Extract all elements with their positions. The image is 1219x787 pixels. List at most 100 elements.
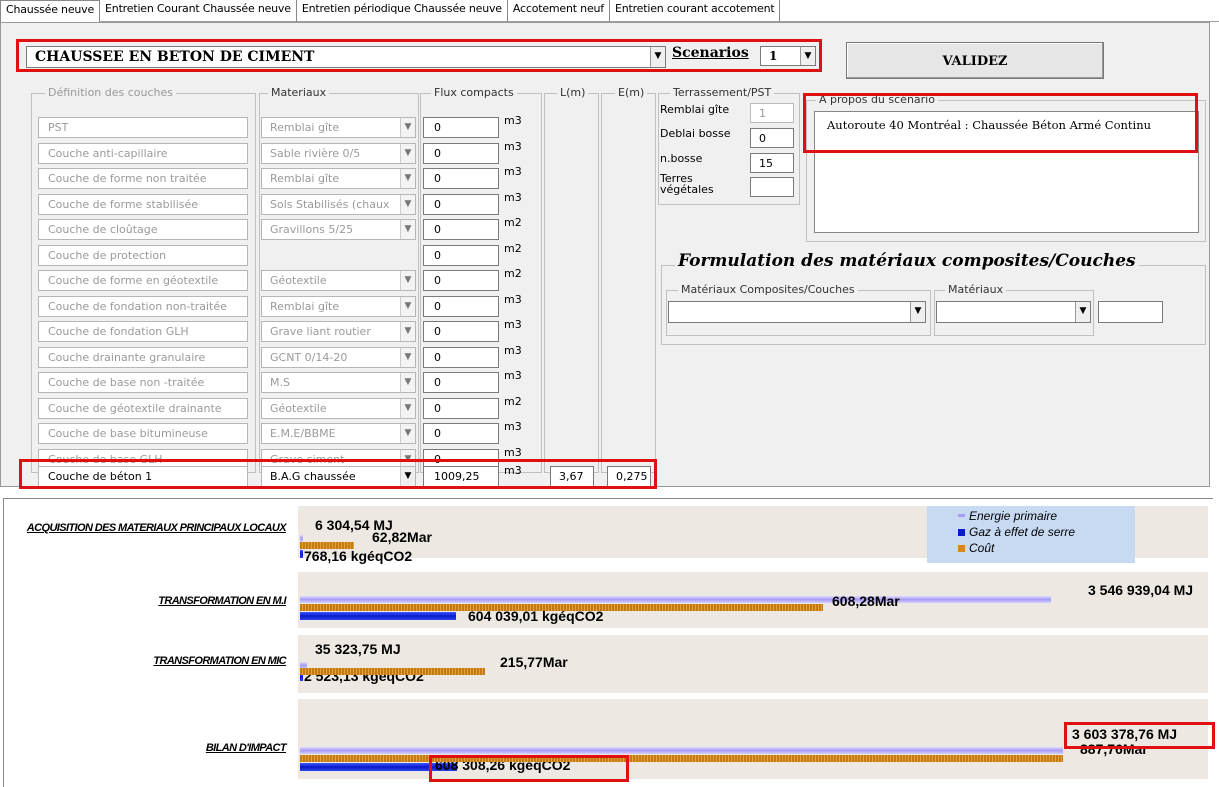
- legend-label-cout: Coût: [969, 541, 995, 555]
- layer-name-field[interactable]: Couche de base bitumineuse: [38, 423, 248, 444]
- scenario-select[interactable]: 1 ▼: [760, 46, 816, 66]
- chevron-down-icon[interactable]: ▼: [400, 220, 415, 239]
- materials-formulation-select[interactable]: ▼: [936, 301, 1091, 323]
- layer-material-select[interactable]: Sols Stabilisés (chaux ▼: [261, 194, 416, 215]
- chevron-down-icon[interactable]: ▼: [400, 297, 415, 316]
- chevron-down-icon[interactable]: ▼: [400, 373, 415, 392]
- chevron-down-icon[interactable]: ▼: [400, 348, 415, 367]
- layer-material-select[interactable]: Grave liant routier ▼: [261, 321, 416, 342]
- remblai-input[interactable]: 1: [750, 103, 794, 123]
- layer-flux-input[interactable]: 0: [423, 372, 499, 393]
- validate-button[interactable]: VALIDEZ: [846, 42, 1104, 79]
- layer-flux-input[interactable]: 0: [423, 347, 499, 368]
- layer-name-field[interactable]: Couche de base non -traitée: [38, 372, 248, 393]
- layer-material-select[interactable]: M.S ▼: [261, 372, 416, 393]
- data-label-ges: 768,16 kgéqCO2: [304, 548, 413, 564]
- chevron-down-icon[interactable]: ▼: [400, 195, 415, 214]
- beton-flux-input[interactable]: 1009,25: [423, 466, 499, 487]
- tab-entretien-courant-chaussee[interactable]: Entretien Courant Chaussée neuve: [100, 0, 297, 22]
- layer-unit: m2: [504, 267, 522, 280]
- chevron-down-icon[interactable]: ▼: [400, 467, 415, 486]
- layers-header: Définition des couches: [45, 86, 177, 99]
- layer-material-select[interactable]: E.M.E/BBME ▼: [261, 423, 416, 444]
- earthworks-header: Terrassement/PST: [670, 86, 775, 99]
- layer-material-select[interactable]: GCNT 0/14-20 ▼: [261, 347, 416, 368]
- beton-thickness-input[interactable]: 0,275: [607, 466, 651, 487]
- layer-material-select[interactable]: Remblai gîte ▼: [261, 117, 416, 138]
- layer-name-field[interactable]: Couche de géotextile drainante: [38, 398, 248, 419]
- about-textarea[interactable]: Autoroute 40 Montréal : Chaussée Béton A…: [814, 111, 1199, 233]
- nbosse-input[interactable]: 15: [750, 153, 794, 173]
- layer-material-select[interactable]: Remblai gîte ▼: [261, 168, 416, 189]
- bar-energie: [300, 535, 303, 542]
- layer-material-select[interactable]: Géotextile ▼: [261, 270, 416, 291]
- layer-flux-input[interactable]: 0: [423, 398, 499, 419]
- layer-unit: m3: [504, 165, 522, 178]
- layer-material-value: Remblai gîte: [270, 121, 340, 134]
- layer-flux-input[interactable]: 0: [423, 168, 499, 189]
- layer-material-value: Géotextile: [270, 274, 327, 287]
- pavement-type-select[interactable]: CHAUSSEE EN BETON DE CIMENT ▼: [26, 46, 666, 68]
- chevron-down-icon[interactable]: ▼: [400, 169, 415, 188]
- formulation-title: Formulation des matériaux composites/Cou…: [675, 251, 1139, 271]
- layer-flux-input[interactable]: 0: [423, 423, 499, 444]
- layer-name-field[interactable]: Couche de fondation GLH: [38, 321, 248, 342]
- layer-unit: m3: [504, 318, 522, 331]
- about-header: A propos du scénario: [816, 93, 938, 106]
- layer-flux-input[interactable]: 0: [423, 296, 499, 317]
- beton-layer-name[interactable]: Couche de béton 1: [38, 466, 248, 487]
- chevron-down-icon[interactable]: ▼: [400, 424, 415, 443]
- layer-unit: m3: [504, 420, 522, 433]
- layer-name-field[interactable]: Couche drainante granulaire: [38, 347, 248, 368]
- category-panel: [298, 635, 1208, 693]
- layer-name-field[interactable]: Couche de cloûtage: [38, 219, 248, 240]
- terres-input[interactable]: [750, 177, 794, 197]
- chevron-down-icon[interactable]: ▼: [910, 302, 925, 322]
- deblai-input[interactable]: 0: [750, 128, 794, 148]
- layer-unit: m3: [504, 446, 522, 459]
- tab-entretien-periodique-chaussee[interactable]: Entretien périodique Chaussée neuve: [297, 0, 508, 22]
- legend-label-ges: Gaz à effet de serre: [969, 525, 1076, 539]
- layer-flux-input[interactable]: 0: [423, 321, 499, 342]
- layer-material-select[interactable]: Sable rivière 0/5 ▼: [261, 143, 416, 164]
- data-label-energie: 3 546 939,04 MJ: [1088, 582, 1194, 598]
- layer-material-select[interactable]: Remblai gîte ▼: [261, 296, 416, 317]
- layer-flux-input[interactable]: 0: [423, 270, 499, 291]
- length-group: [544, 93, 599, 473]
- bar-energie: [300, 747, 1063, 754]
- layer-name-field[interactable]: Couche de forme stabilisée: [38, 194, 248, 215]
- layer-flux-input[interactable]: 0: [423, 143, 499, 164]
- tab-entretien-courant-accotement[interactable]: Entretien courant accotement: [610, 0, 781, 22]
- data-label-cout: 62,82Mar: [372, 529, 432, 545]
- chevron-down-icon[interactable]: ▼: [400, 271, 415, 290]
- layer-flux-input[interactable]: 0: [423, 219, 499, 240]
- legend-swatch-cout: [958, 545, 965, 552]
- layer-name-field[interactable]: Couche de protection: [38, 245, 248, 266]
- impact-chart: ACQUISITION DES MATERIAUX PRINCIPAUX LOC…: [0, 492, 1219, 787]
- layer-material-select[interactable]: Gravillons 5/25 ▼: [261, 219, 416, 240]
- layer-flux-input[interactable]: 0: [423, 194, 499, 215]
- quantity-input[interactable]: [1098, 301, 1163, 323]
- layer-unit: m3: [504, 191, 522, 204]
- layer-name-field[interactable]: Couche de forme non traitée: [38, 168, 248, 189]
- layer-name-field[interactable]: Couche de fondation non-traitée: [38, 296, 248, 317]
- layer-name-field[interactable]: Couche anti-capillaire: [38, 143, 248, 164]
- chevron-down-icon[interactable]: ▼: [1075, 302, 1090, 322]
- beton-length-input[interactable]: 3,67: [550, 466, 594, 487]
- composites-select[interactable]: ▼: [668, 301, 926, 323]
- chevron-down-icon[interactable]: ▼: [400, 322, 415, 341]
- layer-material-value: E.M.E/BBME: [270, 427, 336, 440]
- layer-material-select[interactable]: Géotextile ▼: [261, 398, 416, 419]
- chevron-down-icon[interactable]: ▼: [400, 144, 415, 163]
- chevron-down-icon[interactable]: ▼: [650, 47, 665, 67]
- layer-name-field[interactable]: PST: [38, 117, 248, 138]
- chevron-down-icon[interactable]: ▼: [800, 47, 815, 65]
- chevron-down-icon[interactable]: ▼: [400, 399, 415, 418]
- chevron-down-icon[interactable]: ▼: [400, 118, 415, 137]
- tab-accotement-neuf[interactable]: Accotement neuf: [508, 0, 610, 22]
- layer-name-field[interactable]: Couche de forme en géotextile: [38, 270, 248, 291]
- layer-flux-input[interactable]: 0: [423, 117, 499, 138]
- tab-chaussee-neuve[interactable]: Chaussée neuve: [0, 0, 101, 24]
- beton-material-select[interactable]: B.A.G chaussée ▼: [261, 466, 416, 487]
- layer-flux-input[interactable]: 0: [423, 245, 499, 266]
